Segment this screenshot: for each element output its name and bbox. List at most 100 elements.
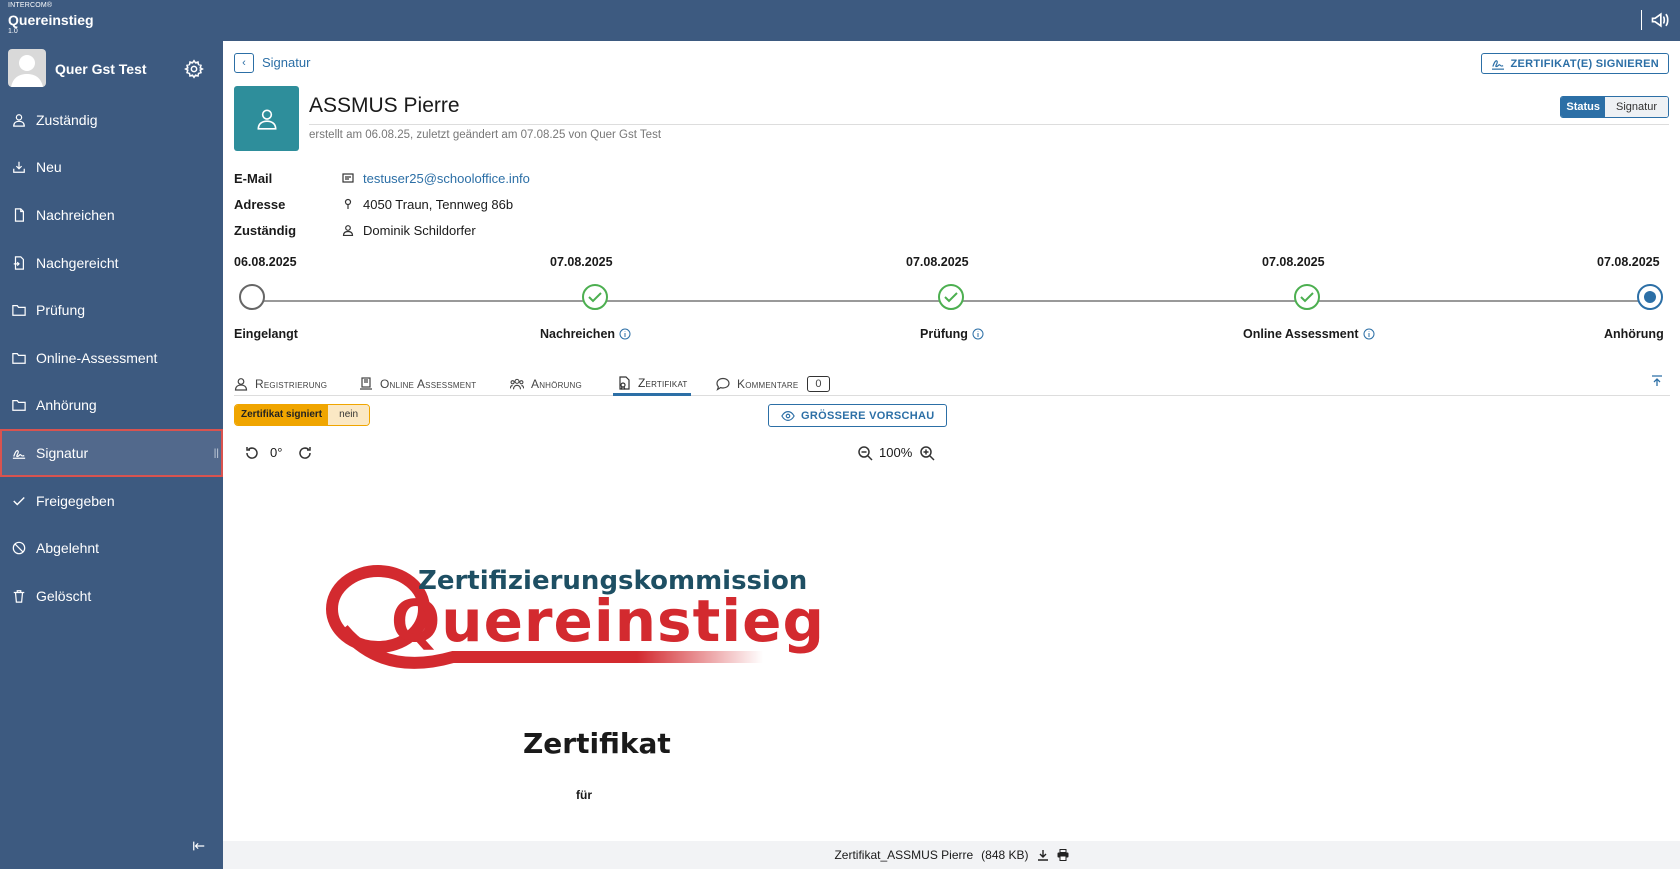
address-value: 4050 Traun, Tennweg 86b [363, 196, 514, 212]
user-name: Quer Gst Test [55, 61, 147, 77]
detail-tabs: Registrierung Online Assessment Anhörung… [234, 368, 1670, 396]
sidebar-item-label: Abgelehnt [36, 540, 100, 557]
comment-icon [716, 377, 730, 391]
certificate-for: für [576, 788, 592, 802]
megaphone-icon[interactable] [1650, 10, 1670, 30]
zoom-out-icon[interactable] [857, 445, 873, 461]
email-card-icon [342, 173, 354, 183]
timeline-label: Eingelangt [234, 327, 298, 341]
record-meta: erstellt am 06.08.25, zuletzt geändert a… [309, 129, 662, 141]
avatar[interactable] [8, 49, 46, 87]
tab-registrierung[interactable]: Registrierung [234, 372, 327, 396]
collapse-sidebar-icon[interactable] [192, 839, 206, 853]
rotation-value: 0° [270, 445, 283, 460]
sidebar-item-neu[interactable]: Neu [0, 144, 223, 192]
person-icon [234, 378, 248, 391]
tab-anhoerung[interactable]: Anhörung [510, 372, 582, 396]
print-icon[interactable] [1057, 849, 1069, 861]
timeline-date: 06.08.2025 [234, 255, 297, 269]
tab-kommentare[interactable]: Kommentare 0 [716, 372, 830, 396]
breadcrumb[interactable]: Signatur [262, 55, 310, 70]
info-icon[interactable] [619, 328, 631, 340]
sidebar-item-abgelehnt[interactable]: Abgelehnt [0, 524, 223, 572]
sidebar-item-label: Zuständig [36, 111, 98, 128]
check-icon [13, 496, 25, 506]
timeline-label: Nachreichen [540, 327, 631, 341]
sidebar-item-signatur[interactable]: Signatur || [0, 429, 223, 477]
sidebar-item-label: Gelöscht [36, 587, 92, 604]
check-circle-icon [1294, 284, 1320, 310]
sidebar-item-zustaendig[interactable]: Zuständig [0, 96, 223, 144]
location-pin-icon [344, 198, 352, 209]
person-icon [257, 109, 276, 130]
sign-certificates-button[interactable]: ZERTIFIKAT(E) SIGNIEREN [1480, 53, 1669, 74]
sidebar-item-anhoerung[interactable]: Anhörung [0, 382, 223, 430]
sidebar-item-label: Nachgereicht [36, 254, 119, 271]
tab-zertifikat[interactable]: Zertifikat [613, 372, 692, 396]
email-link[interactable]: testuser25@schooloffice.info [363, 171, 530, 186]
sidebar-item-nachgereicht[interactable]: Nachgereicht [0, 239, 223, 287]
sidebar-item-freigegeben[interactable]: Freigegeben [0, 477, 223, 525]
top-bar: INTERCOM® Quereinstieg 1.0 [0, 0, 1680, 41]
resize-handle[interactable]: || [214, 448, 219, 459]
scroll-to-top-icon[interactable] [1650, 374, 1664, 388]
laptop-icon [360, 377, 372, 390]
rotate-left-icon[interactable] [244, 445, 260, 461]
eye-icon [781, 410, 795, 421]
commission-logo: Zertifizierungskommission Quereinstieg [326, 565, 825, 669]
person-icon [13, 113, 25, 127]
address-row: Adresse 4050 Traun, Tennweg 86b [234, 195, 513, 213]
user-profile: Quer Gst Test [8, 49, 215, 89]
main-content: ‹ Signatur ZERTIFIKAT(E) SIGNIEREN ASSMU… [223, 41, 1680, 869]
zoom-in-icon[interactable] [919, 445, 935, 461]
folder-icon [12, 400, 26, 412]
status-toggle-signatur[interactable]: Signatur [1605, 97, 1668, 117]
rotate-right-icon[interactable] [297, 445, 313, 461]
file-size: (848 KB) [981, 848, 1029, 862]
timeline-step-online-assessment: 07.08.2025 [1262, 255, 1325, 269]
email-row: E-Mail testuser25@schooloffice.info [234, 169, 530, 187]
gear-icon[interactable] [184, 59, 204, 79]
person-icon [342, 225, 354, 236]
sidebar-item-nachreichen[interactable]: Nachreichen [0, 191, 223, 239]
larger-preview-button[interactable]: GRÖSSERE VORSCHAU [768, 404, 948, 427]
tab-online-assessment[interactable]: Online Assessment [359, 372, 476, 396]
sidebar-item-label: Online-Assessment [36, 349, 158, 366]
info-icon[interactable] [972, 328, 984, 340]
divider [1641, 10, 1642, 30]
check-circle-icon [938, 284, 964, 310]
owner-value: Dominik Schildorfer [363, 222, 476, 238]
group-icon [510, 378, 524, 390]
timeline-node-open [239, 284, 265, 310]
status-toggle-status[interactable]: Status [1561, 97, 1606, 117]
sidebar-item-label: Freigegeben [36, 492, 115, 509]
signed-label: Zertifikat signiert [235, 405, 329, 425]
current-step-icon [1637, 284, 1663, 310]
certificate-signed-badge: Zertifikat signiert nein [234, 404, 371, 426]
info-icon[interactable] [1363, 328, 1375, 340]
sidebar: Quer Gst Test Zuständig Neu Nachreichen … [0, 41, 223, 869]
sidebar-item-online-assessment[interactable]: Online-Assessment [0, 334, 223, 382]
sidebar-item-pruefung[interactable]: Prüfung [0, 286, 223, 334]
signature-icon [12, 449, 26, 459]
back-button[interactable]: ‹ [234, 53, 254, 73]
file-name: Zertifikat_ASSMUS Pierre [834, 848, 974, 862]
status-timeline: 06.08.2025 Eingelangt 07.08.2025 Nachrei… [234, 255, 1670, 365]
block-icon [12, 541, 26, 555]
timeline-label: Online Assessment [1243, 327, 1375, 341]
status-toggle[interactable]: Status Signatur [1560, 96, 1669, 118]
svg-text:Quereinstieg: Quereinstieg [391, 587, 825, 655]
certificate-preview: Zertifizierungskommission Quereinstieg Z… [223, 481, 1680, 866]
timeline-label: Prüfung [920, 327, 984, 341]
email-label: E-Mail [234, 170, 273, 186]
download-icon[interactable] [1037, 849, 1049, 861]
timeline-step-pruefung: 07.08.2025 [906, 255, 969, 269]
zoom-value: 100% [879, 445, 913, 460]
timeline-date: 07.08.2025 [550, 255, 613, 269]
sign-certificates-label: ZERTIFIKAT(E) SIGNIEREN [1510, 57, 1659, 70]
address-label: Adresse [234, 196, 286, 212]
sidebar-item-label: Anhörung [36, 397, 97, 414]
sidebar-item-geloescht[interactable]: Gelöscht [0, 572, 223, 620]
sidebar-item-label: Neu [36, 159, 62, 176]
chevron-left-icon: ‹ [242, 57, 246, 69]
